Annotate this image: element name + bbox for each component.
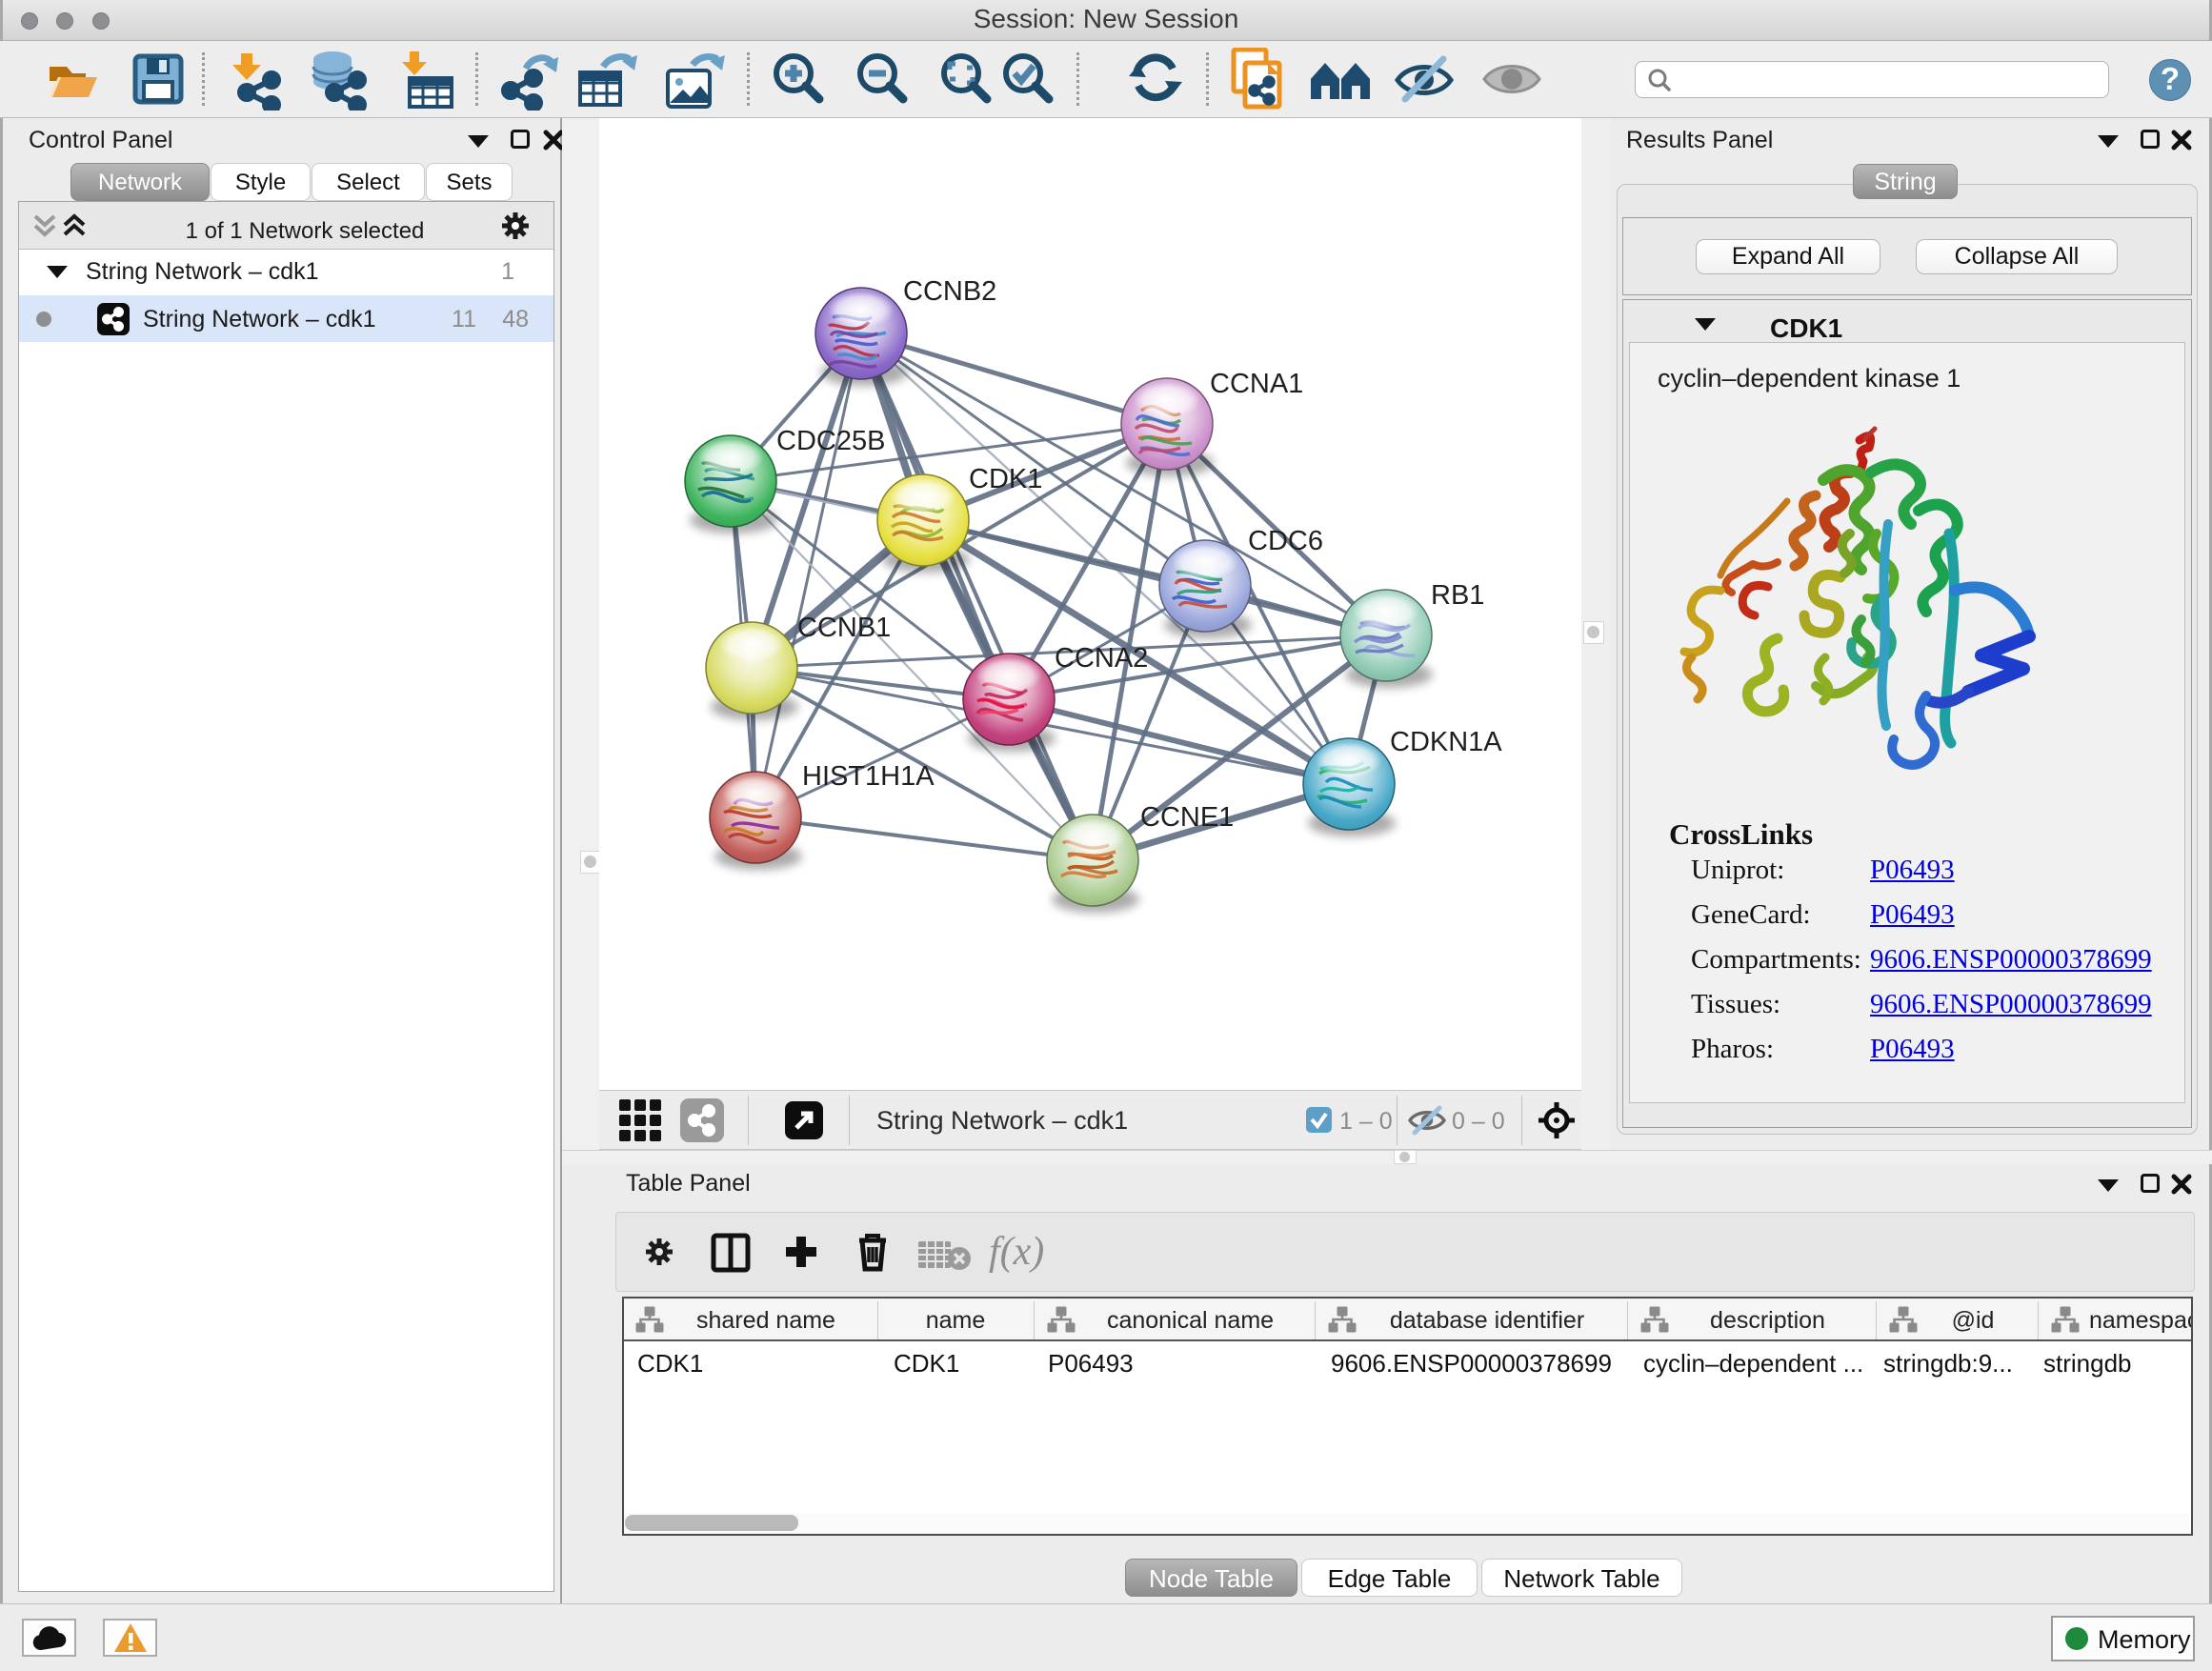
svg-text:CCNE1: CCNE1 [1140,802,1234,833]
svg-text:CDC25B: CDC25B [776,426,885,456]
svg-text:RB1: RB1 [1431,580,1484,611]
svg-text:CCNB1: CCNB1 [797,613,891,643]
svg-text:CDKN1A: CDKN1A [1390,727,1502,757]
svg-text:CCNA2: CCNA2 [1055,643,1148,674]
svg-text:CDK1: CDK1 [969,464,1042,494]
svg-text:CDC6: CDC6 [1248,526,1323,556]
svg-text:CCNB2: CCNB2 [903,276,996,307]
svg-text:CCNA1: CCNA1 [1210,369,1303,399]
svg-text:HIST1H1A: HIST1H1A [802,761,935,792]
